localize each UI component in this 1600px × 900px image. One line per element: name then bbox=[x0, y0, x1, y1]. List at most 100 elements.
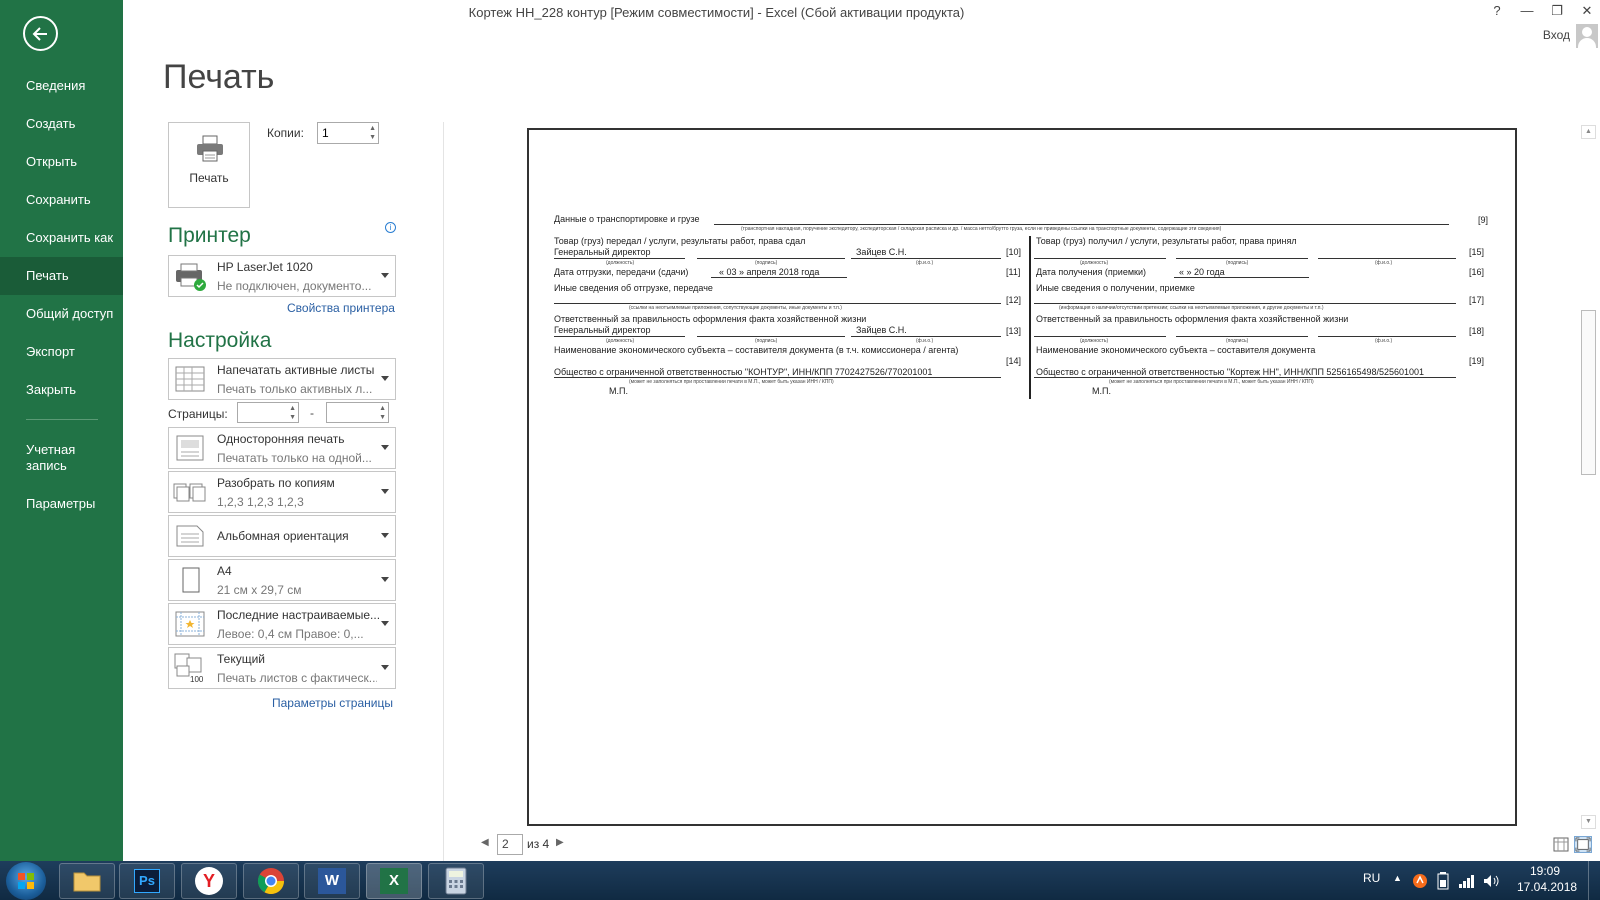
doc-econ-left: Наименование экономического субъекта – с… bbox=[554, 345, 959, 355]
signin-link[interactable]: Вход bbox=[1543, 28, 1570, 42]
doc-line bbox=[554, 377, 1001, 378]
collate-dropdown[interactable]: Разобрать по копиям 1,2,3 1,2,3 1,2,3 bbox=[168, 471, 396, 513]
setting-title: А4 bbox=[217, 564, 232, 578]
chevron-down-icon bbox=[381, 376, 389, 381]
doc-label-sign: (подпись) bbox=[1226, 338, 1249, 344]
doc-recv-date-value: « » 20 года bbox=[1179, 267, 1225, 277]
printer-status-icon bbox=[176, 263, 206, 291]
setting-sub: Печатать только на одной... bbox=[217, 451, 372, 465]
preview-scrollbar[interactable]: ▲ ▼ bbox=[1580, 125, 1597, 830]
scaling-dropdown[interactable]: 100 Текущий Печать листов с фактическ... bbox=[168, 647, 396, 689]
help-button[interactable]: ? bbox=[1487, 3, 1507, 18]
doc-line bbox=[1318, 336, 1456, 337]
folder-icon bbox=[73, 872, 101, 892]
pages-to-stepper[interactable]: ▲ ▼ bbox=[326, 402, 389, 423]
sidebar-item-options[interactable]: Параметры bbox=[0, 485, 123, 523]
taskbar-photoshop[interactable]: Ps bbox=[119, 863, 175, 899]
show-desktop-button[interactable] bbox=[1588, 861, 1600, 900]
calculator-icon bbox=[445, 867, 467, 895]
copies-stepper[interactable]: ▲ ▼ bbox=[317, 122, 379, 144]
doc-label-fio: (ф.и.о.) bbox=[916, 338, 934, 344]
language-indicator[interactable]: RU bbox=[1363, 871, 1380, 885]
setting-sub: Левое: 0,4 см Правое: 0,... bbox=[217, 627, 364, 641]
sidebar-item-open[interactable]: Открыть bbox=[0, 143, 123, 181]
settings-header: Настройка bbox=[168, 329, 272, 352]
next-page-icon[interactable]: ▶ bbox=[556, 837, 564, 848]
paper-size-dropdown[interactable]: А4 21 см x 29,7 см bbox=[168, 559, 396, 601]
clock-time[interactable]: 19:09 bbox=[1530, 864, 1560, 878]
svg-text:100: 100 bbox=[190, 675, 204, 684]
doc-line bbox=[1176, 336, 1308, 337]
doc-recv-date-label: Дата получения (приемки) bbox=[1036, 267, 1146, 277]
battery-icon[interactable] bbox=[1437, 872, 1449, 890]
pages-from-stepper[interactable]: ▲ ▼ bbox=[237, 402, 299, 423]
excel-icon: X bbox=[380, 868, 408, 894]
doc-resp-right: Ответственный за правильность оформления… bbox=[1036, 314, 1349, 324]
panel-divider bbox=[443, 122, 444, 862]
printer-dropdown[interactable]: HP LaserJet 1020 Не подключен, документо… bbox=[168, 255, 396, 297]
up-arrow-icon[interactable]: ▲ bbox=[379, 405, 386, 413]
back-arrow-icon bbox=[32, 26, 47, 41]
scroll-up-icon[interactable]: ▲ bbox=[1581, 125, 1596, 139]
chevron-down-icon bbox=[381, 273, 389, 278]
down-arrow-icon[interactable]: ▼ bbox=[289, 414, 296, 422]
doc-label-fio: (ф.и.о.) bbox=[1375, 260, 1393, 266]
sidebar-item-save[interactable]: Сохранить bbox=[0, 181, 123, 219]
setting-title: Альбомная ориентация bbox=[217, 529, 349, 543]
info-icon[interactable]: i bbox=[385, 222, 396, 233]
sidebar-item-share[interactable]: Общий доступ bbox=[0, 295, 123, 333]
print-what-dropdown[interactable]: Напечатать активные листы Печать только … bbox=[168, 358, 396, 400]
doc-line bbox=[554, 336, 685, 337]
taskbar-calculator[interactable] bbox=[428, 863, 484, 899]
margins-dropdown[interactable]: Последние настраиваемые... Левое: 0,4 см… bbox=[168, 603, 396, 645]
avatar-icon[interactable] bbox=[1576, 24, 1598, 48]
one-sided-icon bbox=[176, 435, 204, 461]
sidebar-item-account[interactable]: Учетная запись bbox=[0, 439, 100, 479]
avast-icon[interactable] bbox=[1412, 873, 1428, 889]
scroll-down-icon[interactable]: ▼ bbox=[1581, 815, 1596, 829]
taskbar-excel[interactable]: X bbox=[366, 863, 422, 899]
show-hidden-icons-icon[interactable]: ▲ bbox=[1393, 873, 1402, 883]
copies-down-icon[interactable]: ▼ bbox=[369, 134, 376, 142]
doc-stamp-hint: (может не заполняться при проставлении п… bbox=[1109, 379, 1314, 385]
sidebar-item-export[interactable]: Экспорт bbox=[0, 333, 123, 371]
minimize-button[interactable]: — bbox=[1517, 3, 1537, 18]
volume-icon[interactable] bbox=[1482, 873, 1500, 889]
doc-econ-right: Наименование экономического субъекта – с… bbox=[1036, 345, 1316, 355]
close-button[interactable]: ✕ bbox=[1577, 3, 1597, 19]
up-arrow-icon[interactable]: ▲ bbox=[289, 405, 296, 413]
sidebar-item-new[interactable]: Создать bbox=[0, 105, 123, 143]
setting-sub: 21 см x 29,7 см bbox=[217, 583, 302, 597]
doc-label-fio: (ф.и.о.) bbox=[1375, 338, 1393, 344]
orientation-dropdown[interactable]: Альбомная ориентация bbox=[168, 515, 396, 557]
page-setup-link[interactable]: Параметры страницы bbox=[272, 696, 393, 710]
show-margins-icon[interactable] bbox=[1552, 836, 1570, 853]
sides-dropdown[interactable]: Односторонняя печать Печатать только на … bbox=[168, 427, 396, 469]
doc-field-number: [16] bbox=[1469, 267, 1485, 277]
page-number-input[interactable]: 2 bbox=[497, 834, 523, 855]
clock-date[interactable]: 17.04.2018 bbox=[1517, 880, 1577, 894]
zoom-to-page-icon[interactable] bbox=[1574, 836, 1592, 853]
doc-label-position: (должность) bbox=[606, 260, 635, 266]
taskbar-chrome[interactable] bbox=[243, 863, 299, 899]
start-button[interactable] bbox=[6, 862, 46, 900]
printer-properties-link[interactable]: Свойства принтера bbox=[287, 301, 395, 315]
down-arrow-icon[interactable]: ▼ bbox=[379, 414, 386, 422]
sidebar-item-save-as[interactable]: Сохранить как bbox=[0, 219, 123, 257]
network-signal-icon[interactable] bbox=[1458, 873, 1476, 889]
taskbar-explorer[interactable] bbox=[59, 863, 115, 899]
restore-button[interactable]: ❐ bbox=[1547, 3, 1567, 19]
taskbar-word[interactable]: W bbox=[304, 863, 360, 899]
copies-up-icon[interactable]: ▲ bbox=[369, 125, 376, 133]
chrome-icon bbox=[257, 868, 285, 895]
back-button[interactable] bbox=[23, 16, 58, 51]
sidebar-item-info[interactable]: Сведения bbox=[0, 67, 123, 105]
print-button[interactable]: Печать bbox=[168, 122, 250, 208]
scroll-thumb[interactable] bbox=[1581, 310, 1596, 475]
prev-page-icon[interactable]: ◀ bbox=[481, 837, 489, 848]
sidebar-item-print[interactable]: Печать bbox=[0, 257, 123, 295]
doc-left-handed: Товар (груз) передал / услуги, результат… bbox=[554, 236, 806, 246]
sidebar-item-close[interactable]: Закрыть bbox=[0, 371, 123, 409]
doc-org-right: Общество с ограниченной ответственностью… bbox=[1036, 367, 1425, 377]
taskbar-yandex[interactable]: Y bbox=[181, 863, 237, 899]
